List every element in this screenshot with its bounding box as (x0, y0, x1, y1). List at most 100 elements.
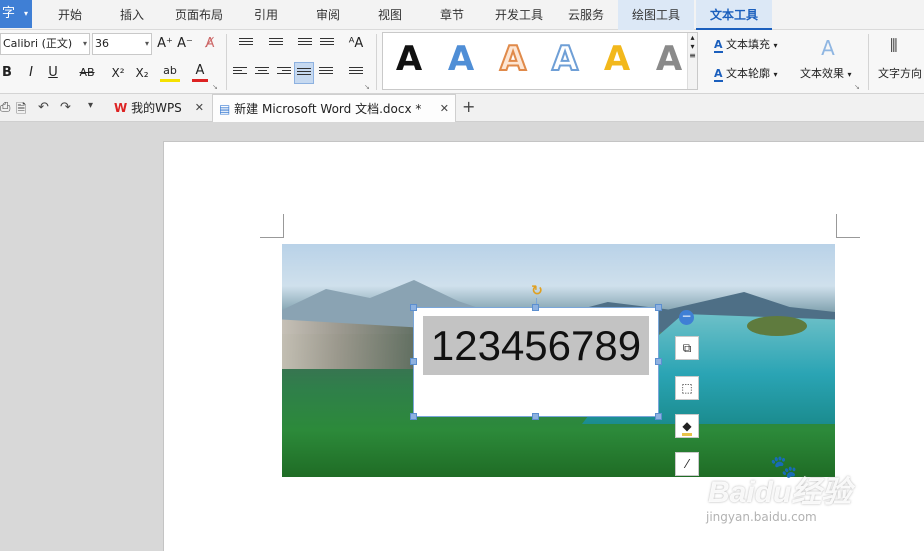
toolbar-separator (226, 34, 227, 90)
text-effect-label: 文本效果 (800, 67, 844, 80)
margin-corner-mark (260, 214, 284, 238)
text-effect-button[interactable]: 文本效果 ▾ (800, 65, 852, 81)
distributed-align-button[interactable] (318, 62, 334, 84)
bullet-list-button[interactable] (232, 33, 260, 55)
text-style-blue[interactable]: A (441, 39, 481, 79)
doc-tab-label: 我的WPS (131, 101, 182, 115)
doc-tab-current[interactable]: ▤ 新建 Microsoft Word 文档.docx * ✕ (212, 94, 456, 122)
watermark-url: jingyan.baidu.com (706, 510, 817, 524)
document-icon: ▤ (219, 102, 231, 116)
text-style-black[interactable]: A (389, 39, 429, 79)
chevron-down-icon: ▾ (23, 9, 28, 18)
italic-button[interactable]: I (24, 62, 38, 84)
chevron-up-icon: ▴ (690, 33, 695, 42)
shape-outline-button[interactable]: ⁄ (675, 452, 699, 476)
tab-view[interactable]: 视图 (366, 0, 414, 30)
app-menu-button[interactable]: 字 ▾ (0, 0, 32, 28)
watermark-brand: Baidu经验 (708, 476, 852, 509)
superscript-button[interactable]: X² (108, 62, 128, 84)
bullet-list-icon (239, 36, 253, 47)
resize-handle[interactable] (532, 304, 539, 311)
underline-button[interactable]: U (46, 62, 60, 84)
font-size-select[interactable]: 36 ▾ (92, 33, 152, 55)
increase-indent-button[interactable] (318, 33, 336, 55)
text-box-content[interactable]: 123456789 (423, 316, 649, 375)
layout-options-button[interactable]: ⧉ (675, 336, 699, 360)
collapse-tools-button[interactable]: − (679, 310, 694, 325)
resize-handle[interactable] (655, 358, 662, 365)
redo-icon[interactable]: ↷ (60, 100, 71, 115)
change-case-button[interactable]: ᴬA (342, 33, 370, 55)
tab-page-layout[interactable]: 页面布局 (168, 0, 230, 30)
resize-handle[interactable] (410, 413, 417, 420)
tab-insert[interactable]: 插入 (108, 0, 156, 30)
ribbon-tab-bar: 字 ▾ 开始 插入 页面布局 引用 审阅 视图 章节 开发工具 云服务 绘图工具… (0, 0, 924, 30)
close-icon[interactable]: ✕ (195, 94, 204, 122)
resize-handle[interactable] (410, 358, 417, 365)
tab-references[interactable]: 引用 (242, 0, 290, 30)
resize-handle[interactable] (410, 304, 417, 311)
paint-bucket-icon: ◆ (682, 419, 692, 436)
justify-button[interactable] (294, 62, 314, 84)
doc-tab-my-wps[interactable]: W 我的WPS ✕ (108, 94, 210, 122)
shape-style-button[interactable]: ⬚ (675, 376, 699, 400)
highlight-button[interactable]: ab (160, 62, 180, 82)
gallery-scroll-button[interactable]: ▴ ▾ ≡ (687, 33, 697, 89)
tab-cloud-service[interactable]: 云服务 (560, 0, 612, 30)
tab-section[interactable]: 章节 (428, 0, 476, 30)
align-right-button[interactable] (276, 62, 292, 84)
print-preview-icon[interactable]: ⎙ (0, 100, 10, 115)
text-outline-button[interactable]: A 文本轮廓 ▾ (714, 65, 778, 82)
tab-text-tools[interactable]: 文本工具 (696, 0, 772, 30)
align-left-button[interactable] (232, 62, 248, 84)
tab-review[interactable]: 审阅 (304, 0, 352, 30)
bold-button[interactable]: B (0, 62, 14, 84)
baidu-jingyan-watermark: 🐾 Baidu经验 jingyan.baidu.com (700, 455, 890, 535)
dialog-launcher-icon[interactable]: ↘ (212, 83, 218, 91)
font-name-value: Calibri (正文) (3, 37, 73, 50)
text-style-gold[interactable]: A (597, 39, 637, 79)
close-icon[interactable]: ✕ (440, 95, 449, 123)
subscript-button[interactable]: X₂ (132, 62, 152, 84)
align-center-icon (255, 65, 269, 76)
toolbar-separator (868, 34, 869, 90)
text-style-gallery: A A A A A A ▴ ▾ ≡ (382, 32, 698, 90)
island-shape (747, 316, 807, 336)
text-direction-label: 文字方向 (878, 67, 922, 80)
strikethrough-button[interactable]: AB (76, 62, 98, 84)
text-outline-icon: A (714, 67, 723, 82)
new-tab-button[interactable]: + (462, 97, 475, 116)
indent-icon (320, 36, 334, 47)
decrease-indent-button[interactable] (296, 33, 314, 55)
resize-handle[interactable] (655, 304, 662, 311)
text-box[interactable]: 123456789 (413, 307, 659, 417)
text-direction-button[interactable]: 文字方向 (878, 65, 924, 81)
undo-icon[interactable]: ↶ (38, 100, 49, 115)
text-fill-button[interactable]: A 文本填充 ▾ (714, 36, 778, 53)
text-style-blue-outline[interactable]: A (545, 38, 585, 80)
grow-font-button[interactable]: A⁺ (156, 33, 174, 55)
quick-access-more-icon[interactable]: ▾ (88, 100, 93, 111)
text-style-gray[interactable]: A (649, 39, 689, 79)
text-style-orange-outline[interactable]: A (493, 38, 533, 80)
font-name-select[interactable]: Calibri (正文) ▾ (0, 33, 90, 55)
tab-developer[interactable]: 开发工具 (486, 0, 552, 30)
tab-drawing-tools[interactable]: 绘图工具 (618, 0, 694, 30)
shrink-font-button[interactable]: A⁻ (176, 33, 194, 55)
line-spacing-button[interactable] (342, 62, 370, 84)
tab-home[interactable]: 开始 (46, 0, 94, 30)
clear-format-button[interactable]: A̸ (200, 33, 220, 55)
print-icon[interactable]: 🗎 (16, 100, 26, 122)
shape-fill-button[interactable]: ◆ (675, 414, 699, 438)
align-center-button[interactable] (254, 62, 270, 84)
numbered-list-button[interactable] (262, 33, 290, 55)
dialog-launcher-icon[interactable]: ↘ (854, 83, 860, 91)
outline-pen-icon: ⁄ (685, 457, 688, 471)
chevron-down-icon: ▾ (82, 39, 87, 48)
resize-handle[interactable] (532, 413, 539, 420)
numbered-list-icon (269, 36, 283, 47)
rotate-handle-icon[interactable]: ↻ (529, 283, 545, 299)
font-color-button[interactable]: A (192, 62, 208, 82)
resize-handle[interactable] (655, 413, 662, 420)
dialog-launcher-icon[interactable]: ↘ (364, 83, 370, 91)
